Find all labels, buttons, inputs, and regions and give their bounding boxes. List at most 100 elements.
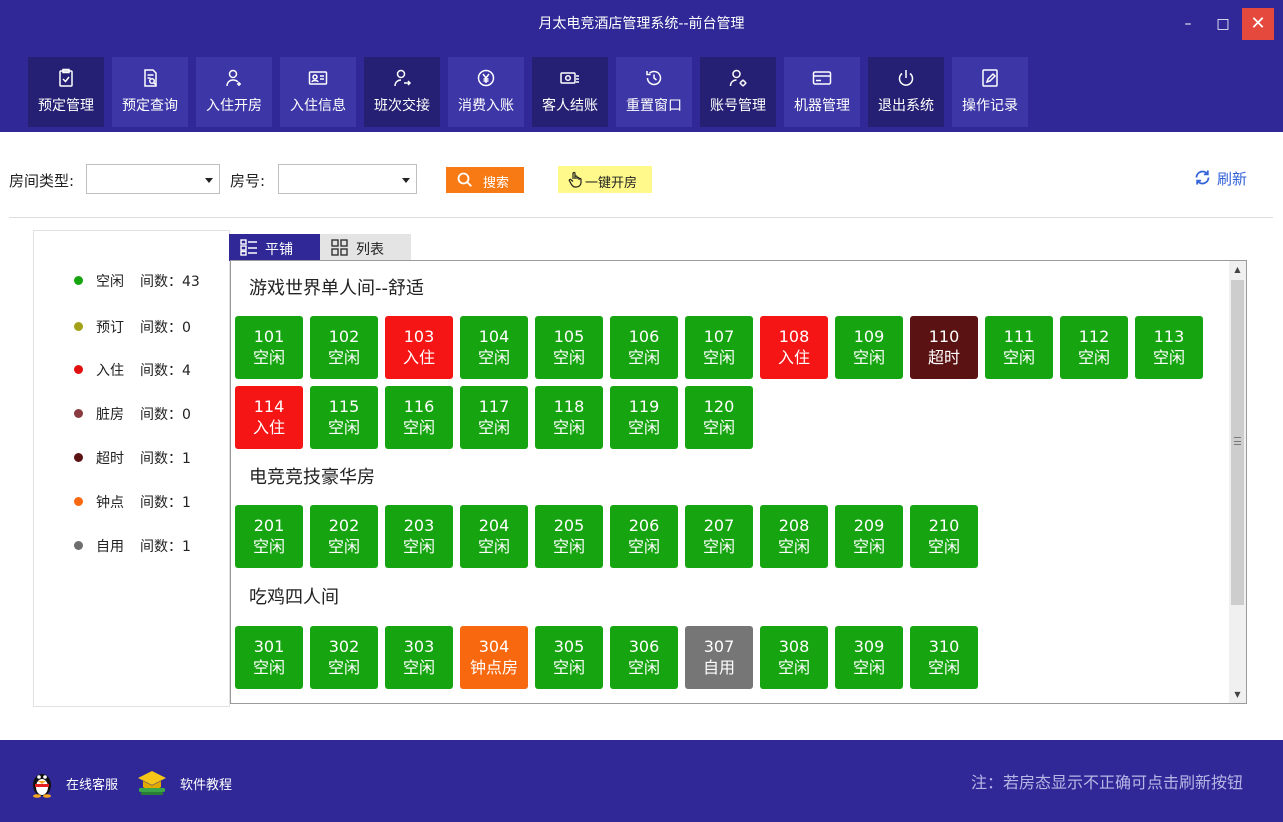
room-card[interactable]: 202 空闲 [310, 505, 378, 568]
room-number: 210 [928, 516, 960, 535]
legend-count: 间数：1 [140, 495, 191, 511]
legend-name: 脏房 [96, 407, 124, 423]
status-dot [74, 276, 83, 285]
room-card[interactable]: 120 空闲 [685, 386, 753, 449]
room-card[interactable]: 117 空闲 [460, 386, 528, 449]
room-status: 入住 [777, 348, 810, 367]
room-no-select[interactable] [278, 164, 417, 194]
room-number: 101 [253, 327, 285, 346]
room-card[interactable]: 116 空闲 [385, 386, 453, 449]
legend-count: 间数：0 [140, 407, 191, 423]
room-status: 空闲 [852, 658, 885, 677]
room-card[interactable]: 110 超时 [910, 316, 978, 379]
room-card[interactable]: 108 入住 [760, 316, 828, 379]
room-card[interactable]: 307 自用 [685, 626, 753, 689]
qq-penguin-icon[interactable] [29, 768, 55, 798]
room-card[interactable]: 118 空闲 [535, 386, 603, 449]
maximize-button[interactable]: □ [1207, 8, 1239, 40]
room-card[interactable]: 104 空闲 [460, 316, 528, 379]
room-card[interactable]: 309 空闲 [835, 626, 903, 689]
toolbar-button-machine-management[interactable]: 机器管理 [784, 57, 860, 127]
toolbar-button-checkout[interactable]: 客人结账 [532, 57, 608, 127]
toolbar-button-shift-handover[interactable]: 班次交接 [364, 57, 440, 127]
legend-name: 自用 [96, 539, 124, 555]
room-card[interactable]: 206 空闲 [610, 505, 678, 568]
room-card[interactable]: 305 空闲 [535, 626, 603, 689]
room-status: 空闲 [702, 418, 735, 437]
toolbar-button-reservation[interactable]: 预定管理 [28, 57, 104, 127]
room-card[interactable]: 103 入住 [385, 316, 453, 379]
vertical-scrollbar[interactable]: ▲ ▼ [1229, 261, 1246, 703]
search-button[interactable]: 搜索 [446, 167, 524, 193]
tutorial-link[interactable]: 软件教程 [180, 774, 232, 793]
room-card[interactable]: 310 空闲 [910, 626, 978, 689]
room-status: 空闲 [552, 658, 585, 677]
minimize-button[interactable]: – [1172, 8, 1204, 40]
room-card[interactable]: 107 空闲 [685, 316, 753, 379]
room-card[interactable]: 111 空闲 [985, 316, 1053, 379]
room-card[interactable]: 304 钟点房 [460, 626, 528, 689]
toolbar-button-account-management[interactable]: 账号管理 [700, 57, 776, 127]
room-type-select[interactable] [86, 164, 220, 194]
room-card[interactable]: 101 空闲 [235, 316, 303, 379]
room-status: 空闲 [852, 348, 885, 367]
toolbar-button-consumption[interactable]: 消费入账 [448, 57, 524, 127]
room-number: 113 [1153, 327, 1185, 346]
legend-name: 空闲 [96, 274, 124, 290]
room-card[interactable]: 210 空闲 [910, 505, 978, 568]
toolbar-button-operation-log[interactable]: 操作记录 [952, 57, 1028, 127]
toolbar-button-exit-system[interactable]: 退出系统 [868, 57, 944, 127]
toolbar-label: 机器管理 [794, 98, 850, 114]
tab-list-view[interactable]: 列表 [320, 234, 411, 261]
room-status: 空闲 [1002, 348, 1035, 367]
toolbar-button-check-in[interactable]: 入住开房 [196, 57, 272, 127]
room-card[interactable]: 301 空闲 [235, 626, 303, 689]
room-number: 302 [328, 637, 360, 656]
room-card[interactable]: 306 空闲 [610, 626, 678, 689]
scroll-thumb[interactable] [1231, 280, 1244, 605]
room-card[interactable]: 113 空闲 [1135, 316, 1203, 379]
room-card[interactable]: 303 空闲 [385, 626, 453, 689]
tab-tile-view[interactable]: 平铺 [229, 234, 320, 261]
toolbar-button-reservation-query[interactable]: 预定查询 [112, 57, 188, 127]
room-number: 309 [853, 637, 885, 656]
room-number: 112 [1078, 327, 1110, 346]
room-status: 自用 [702, 658, 735, 677]
tab-list-label: 列表 [356, 242, 384, 258]
room-card[interactable]: 207 空闲 [685, 505, 753, 568]
room-card[interactable]: 114 入住 [235, 386, 303, 449]
cash-register-icon [560, 72, 579, 84]
scroll-down-arrow-icon[interactable]: ▼ [1229, 686, 1246, 703]
room-card[interactable]: 308 空闲 [760, 626, 828, 689]
graduation-book-icon[interactable] [136, 768, 168, 796]
user-add-icon [226, 69, 241, 87]
toolbar-button-check-in-info[interactable]: 入住信息 [280, 57, 356, 127]
room-card[interactable]: 204 空闲 [460, 505, 528, 568]
room-card[interactable]: 119 空闲 [610, 386, 678, 449]
scroll-up-arrow-icon[interactable]: ▲ [1229, 261, 1246, 278]
online-service-link[interactable]: 在线客服 [66, 774, 118, 793]
toolbar-label: 班次交接 [374, 98, 430, 114]
room-card[interactable]: 203 空闲 [385, 505, 453, 568]
close-button[interactable]: ✕ [1242, 8, 1274, 40]
room-card[interactable]: 205 空闲 [535, 505, 603, 568]
room-card[interactable]: 106 空闲 [610, 316, 678, 379]
room-card[interactable]: 209 空闲 [835, 505, 903, 568]
room-number: 305 [553, 637, 585, 656]
room-status: 空闲 [402, 658, 435, 677]
room-card[interactable]: 102 空闲 [310, 316, 378, 379]
room-card[interactable]: 201 空闲 [235, 505, 303, 568]
room-status: 空闲 [627, 537, 660, 556]
power-icon [898, 70, 914, 86]
status-dot [74, 322, 83, 331]
toolbar-button-reset-window[interactable]: 重置窗口 [616, 57, 692, 127]
status-dot [74, 409, 83, 418]
room-card[interactable]: 105 空闲 [535, 316, 603, 379]
room-card[interactable]: 302 空闲 [310, 626, 378, 689]
room-card[interactable]: 109 空闲 [835, 316, 903, 379]
room-number: 209 [853, 516, 885, 535]
one-click-open-button[interactable]: 一键开房 [558, 166, 652, 193]
room-card[interactable]: 112 空闲 [1060, 316, 1128, 379]
room-card[interactable]: 115 空闲 [310, 386, 378, 449]
room-card[interactable]: 208 空闲 [760, 505, 828, 568]
